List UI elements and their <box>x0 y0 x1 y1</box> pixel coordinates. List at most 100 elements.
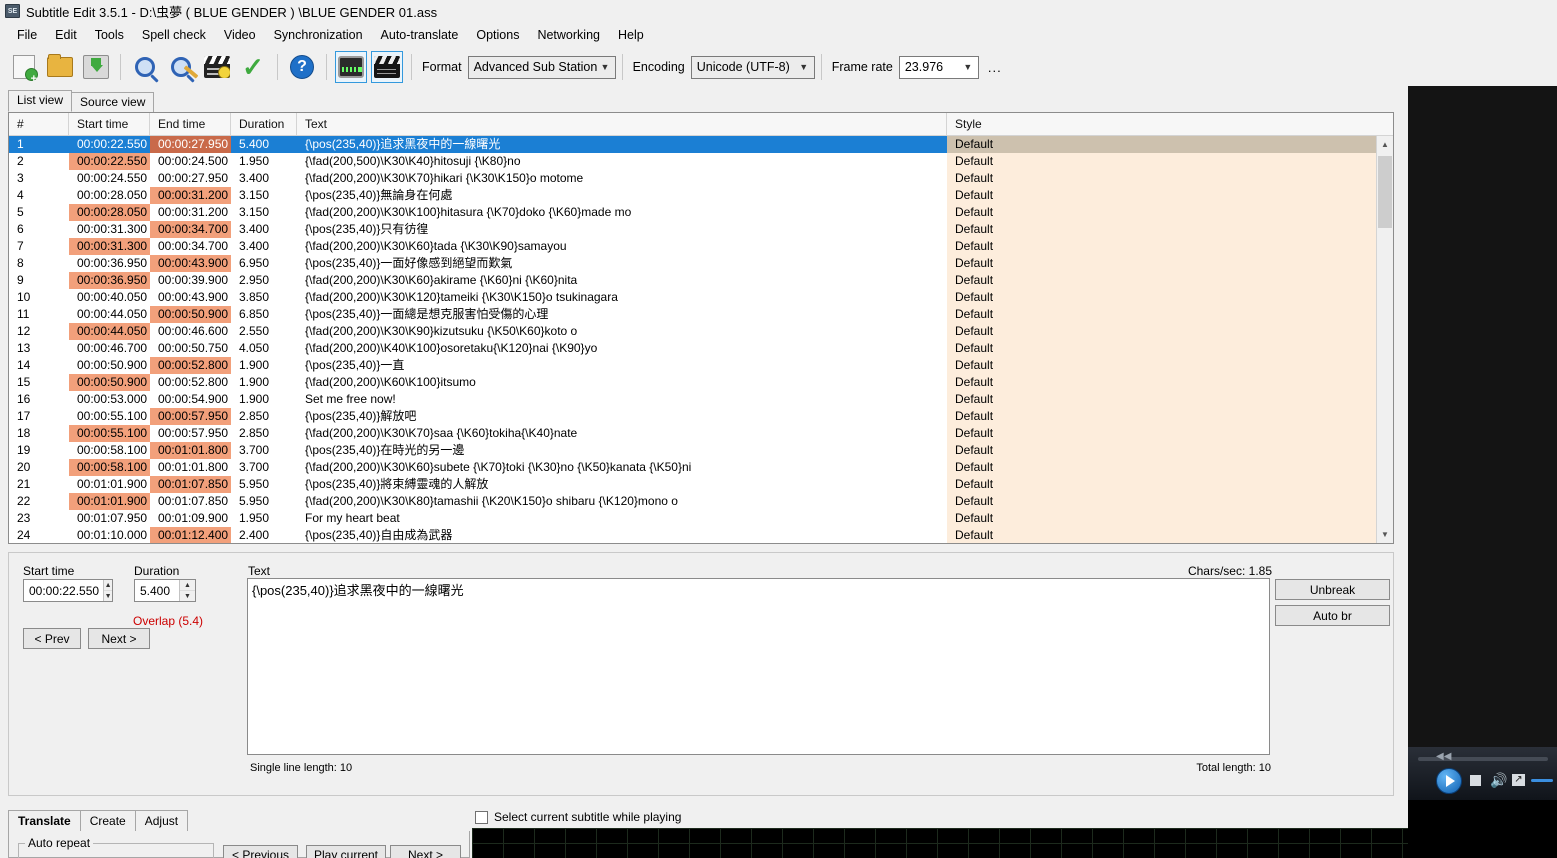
row-text: {\fad(200,200)\K30\K100}hitasura {\K70}d… <box>305 205 632 219</box>
table-row[interactable]: 23 00:01:07.950 00:01:09.900 1.950 For my he… <box>9 510 1393 527</box>
column-header-end[interactable]: End time <box>150 113 231 135</box>
table-row[interactable]: 4 00:00:28.050 00:00:31.200 3.150 {\pos(235,… <box>9 187 1393 204</box>
video-surface[interactable] <box>1408 86 1557 747</box>
table-row[interactable]: 16 00:00:53.000 00:00:54.900 1.900 Set me fr… <box>9 391 1393 408</box>
menu-spell-check[interactable]: Spell check <box>133 25 215 45</box>
table-row[interactable]: 15 00:00:50.900 00:00:52.800 1.900 {\fad(200… <box>9 374 1393 391</box>
row-number: 14 <box>17 358 31 372</box>
start-time-stepper[interactable]: ▲ ▼ <box>103 580 112 601</box>
duration-stepper[interactable]: ▲ ▼ <box>179 580 195 601</box>
column-header-style[interactable]: Style <box>947 113 1377 135</box>
row-end-time: 00:01:09.900 <box>158 511 229 525</box>
find-button[interactable] <box>129 51 161 83</box>
subtitle-text-editor[interactable]: {\pos(235,40)}追求黑夜中的一線曙光 <box>247 578 1270 755</box>
frame-rate-label: Frame rate <box>831 60 893 74</box>
column-header-duration[interactable]: Duration <box>231 113 297 135</box>
table-row[interactable]: 5 00:00:28.050 00:00:31.200 3.150 {\fad(200,… <box>9 204 1393 221</box>
play-button[interactable] <box>1436 768 1462 794</box>
duration-input[interactable]: 5.400 ▲ ▼ <box>134 579 196 602</box>
unbreak-button[interactable]: Unbreak <box>1275 579 1390 600</box>
prev-button[interactable]: < Prev <box>23 628 81 649</box>
table-row[interactable]: 17 00:00:55.100 00:00:57.950 2.850 {\pos(235… <box>9 408 1393 425</box>
chars-per-second: Chars/sec: 1.85 <box>1187 564 1272 578</box>
table-row[interactable]: 20 00:00:58.100 00:01:01.800 3.700 {\fad(200… <box>9 459 1393 476</box>
menu-auto-translate[interactable]: Auto-translate <box>372 25 468 45</box>
scroll-down-icon[interactable]: ▼ <box>1377 526 1393 543</box>
menu-networking[interactable]: Networking <box>528 25 609 45</box>
table-row[interactable]: 12 00:00:44.050 00:00:46.600 2.550 {\fad(200… <box>9 323 1393 340</box>
format-select[interactable]: Advanced Sub Station ▼ <box>467 55 616 79</box>
list-scrollbar[interactable]: ▲ ▼ <box>1376 136 1393 543</box>
tab-source-view[interactable]: Source view <box>71 92 155 112</box>
new-file-button[interactable] <box>8 51 40 85</box>
table-row[interactable]: 13 00:00:46.700 00:00:50.750 4.050 {\fad(200… <box>9 340 1393 357</box>
replace-button[interactable] <box>165 51 197 83</box>
more-options-button[interactable]: ... <box>988 60 1002 75</box>
table-row[interactable]: 19 00:00:58.100 00:01:01.800 3.700 {\pos(235… <box>9 442 1393 459</box>
play-previous-button[interactable]: < Previous <box>223 845 298 858</box>
encoding-select[interactable]: Unicode (UTF-8) ▼ <box>690 55 815 79</box>
toolbar: ✓ ? Format Advanced Sub Station ▼ Encodi… <box>0 47 1557 87</box>
tab-create[interactable]: Create <box>79 810 136 832</box>
menu-options[interactable]: Options <box>467 25 528 45</box>
row-end-time: 00:00:27.950 <box>158 171 229 185</box>
table-row[interactable]: 14 00:00:50.900 00:00:52.800 1.900 {\pos(235… <box>9 357 1393 374</box>
open-file-button[interactable] <box>44 51 76 83</box>
table-row[interactable]: 18 00:00:55.100 00:00:57.950 2.850 {\fad(200… <box>9 425 1393 442</box>
column-header-text[interactable]: Text <box>297 113 947 135</box>
start-time-input[interactable]: 00:00:22.550 ▲ ▼ <box>23 579 113 602</box>
frame-rate-select[interactable]: 23.976 ▼ <box>898 55 979 79</box>
sync-timing-button[interactable] <box>201 51 233 83</box>
row-number: 24 <box>17 528 31 542</box>
menu-edit[interactable]: Edit <box>46 25 86 45</box>
scrollbar-thumb[interactable] <box>1378 156 1392 228</box>
table-row[interactable]: 9 00:00:36.950 00:00:39.900 2.950 {\fad(200,… <box>9 272 1393 289</box>
auto-br-button[interactable]: Auto br <box>1275 605 1390 626</box>
play-current-button[interactable]: Play current <box>306 845 386 858</box>
table-row[interactable]: 3 00:00:24.550 00:00:27.950 3.400 {\fad(200,… <box>9 170 1393 187</box>
table-row[interactable]: 1 00:00:22.550 00:00:27.950 5.400 {\pos(235,… <box>9 136 1393 153</box>
toggle-video-button[interactable] <box>371 51 403 83</box>
volume-slider[interactable] <box>1531 779 1553 782</box>
stop-button[interactable] <box>1470 775 1481 786</box>
row-style: Default <box>947 289 1377 306</box>
row-number: 23 <box>17 511 31 525</box>
table-row[interactable]: 21 00:01:01.900 00:01:07.850 5.950 {\pos(235… <box>9 476 1393 493</box>
fullscreen-icon[interactable]: ↗ <box>1512 774 1525 786</box>
next-button[interactable]: Next > <box>88 628 150 649</box>
toolbar-separator-1 <box>120 54 121 80</box>
table-row[interactable]: 24 00:01:10.000 00:01:12.400 2.400 {\pos(235… <box>9 527 1393 543</box>
rewind-icon[interactable]: ◀◀ <box>1436 751 1451 762</box>
table-row[interactable]: 11 00:00:44.050 00:00:50.900 6.850 {\pos(235… <box>9 306 1393 323</box>
table-row[interactable]: 6 00:00:31.300 00:00:34.700 3.400 {\pos(235,… <box>9 221 1393 238</box>
menu-video[interactable]: Video <box>215 25 265 45</box>
tab-translate[interactable]: Translate <box>8 810 81 832</box>
volume-icon[interactable]: 🔊 <box>1490 773 1507 787</box>
waveform-grid <box>472 828 1408 858</box>
tab-adjust[interactable]: Adjust <box>134 810 189 832</box>
menu-file[interactable]: File <box>8 25 46 45</box>
subtitle-edit-window: SE Subtitle Edit 3.5.1 - D:\虫夢 ( BLUE GE… <box>0 0 1557 858</box>
help-button[interactable]: ? <box>286 51 318 83</box>
table-row[interactable]: 8 00:00:36.950 00:00:43.900 6.950 {\pos(235,… <box>9 255 1393 272</box>
table-row[interactable]: 7 00:00:31.300 00:00:34.700 3.400 {\fad(200,… <box>9 238 1393 255</box>
menu-tools[interactable]: Tools <box>86 25 133 45</box>
column-header-number[interactable]: # <box>9 113 69 135</box>
select-while-playing-row[interactable]: Select current subtitle while playing <box>475 810 681 824</box>
format-value: Advanced Sub Station <box>473 60 598 74</box>
table-row[interactable]: 10 00:00:40.050 00:00:43.900 3.850 {\fad(200… <box>9 289 1393 306</box>
table-row[interactable]: 2 00:00:22.550 00:00:24.500 1.950 {\fad(200,… <box>9 153 1393 170</box>
scroll-up-icon[interactable]: ▲ <box>1377 136 1393 153</box>
spell-check-button[interactable]: ✓ <box>237 51 269 83</box>
tab-list-view[interactable]: List view <box>8 90 73 112</box>
row-text: {\pos(235,40)}只有彷徨 <box>305 222 429 236</box>
toggle-waveform-button[interactable] <box>335 51 367 83</box>
column-header-start[interactable]: Start time <box>69 113 150 135</box>
list-body[interactable]: 1 00:00:22.550 00:00:27.950 5.400 {\pos(235,… <box>9 136 1393 543</box>
menu-help[interactable]: Help <box>609 25 653 45</box>
save-file-button[interactable] <box>80 51 112 83</box>
play-next-button[interactable]: Next > <box>390 845 461 858</box>
menu-synchronization[interactable]: Synchronization <box>265 25 372 45</box>
select-while-playing-checkbox[interactable] <box>475 810 488 824</box>
table-row[interactable]: 22 00:01:01.900 00:01:07.850 5.950 {\fad(200… <box>9 493 1393 510</box>
